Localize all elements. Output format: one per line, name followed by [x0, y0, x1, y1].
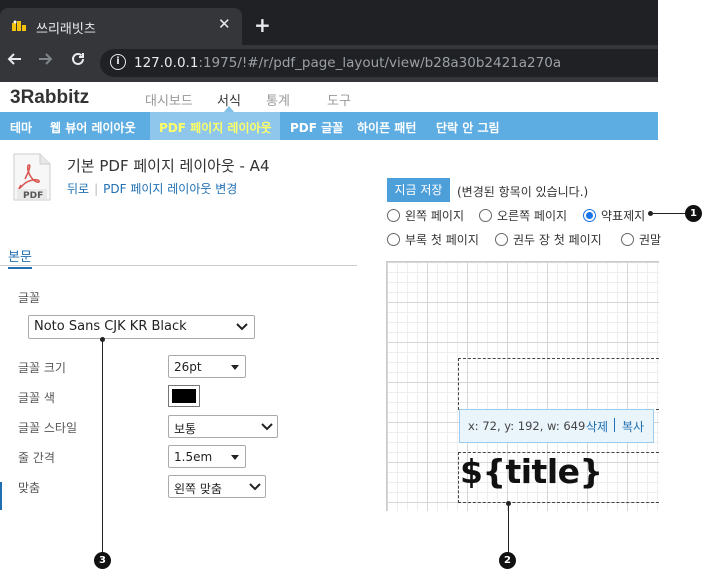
line-spacing-value: 1.5em [174, 450, 213, 464]
font-style-label: 글꼴 스타일 [18, 421, 78, 435]
unsaved-changes-notice: (변경된 항목이 있습니다.) [457, 185, 589, 199]
font-style-select[interactable]: 보통 [168, 415, 278, 438]
chevron-down-icon [249, 479, 261, 496]
callout-3-anchor [100, 337, 105, 342]
radio-circle [495, 233, 508, 246]
title-links: 뒤로 | PDF 페이지 레이아웃 변경 [67, 180, 237, 197]
close-tab-icon[interactable]: ✕ [218, 15, 231, 33]
radio-front-chapter-first-page[interactable]: 권두 장 첫 페이지 [495, 231, 602, 248]
radio-circle [479, 209, 492, 222]
radio-circle [621, 233, 634, 246]
font-label: 글꼴 [18, 291, 41, 305]
callout-1-badge: 1 [685, 205, 702, 222]
radio-circle [387, 233, 400, 246]
line-spacing-label: 줄 간격 [18, 451, 55, 465]
reload-icon[interactable] [70, 51, 86, 72]
info-icon[interactable]: i [110, 54, 126, 70]
forward-arrow-icon[interactable] [38, 51, 54, 72]
callout-1-anchor [648, 211, 653, 216]
alignment-value: 왼쪽 맞춤 [174, 482, 222, 496]
menu-pdf-font[interactable]: PDF 글꼴 [290, 119, 343, 136]
radio-back-matter[interactable]: 권말 [621, 231, 661, 248]
topnav-dashboard[interactable]: 대시보드 [145, 90, 193, 109]
font-select-value: Noto Sans CJK KR Black [34, 319, 187, 334]
back-link[interactable]: 뒤로 [67, 182, 89, 196]
dropdown-arrow-icon [231, 365, 239, 370]
scroll-indicator [0, 482, 2, 510]
link-divider: | [94, 182, 99, 196]
change-layout-link[interactable]: PDF 페이지 레이아웃 변경 [103, 182, 237, 196]
chevron-down-icon [236, 319, 248, 337]
menu-paragraph-image[interactable]: 단락 안 그림 [436, 119, 500, 136]
menu-web-viewer-layout[interactable]: 웹 뷰어 레이아웃 [50, 119, 136, 136]
radio-circle [387, 209, 400, 222]
callout-1-line [650, 213, 685, 214]
font-color-label: 글꼴 색 [18, 391, 55, 405]
page-title: 기본 PDF 페이지 레이아웃 - A4 [67, 157, 270, 175]
callout-3-badge: 3 [94, 552, 111, 569]
menu-theme[interactable]: 테마 [10, 119, 32, 136]
font-size-value: 26pt [174, 360, 202, 374]
topnav-stats[interactable]: 통계 [266, 90, 290, 109]
alignment-label: 맞춤 [18, 481, 41, 495]
callout-3-line [102, 339, 103, 553]
layout-block-outline[interactable] [458, 358, 659, 410]
callout-2-anchor [506, 501, 511, 506]
tab-title: 쓰리래빗츠 [36, 22, 96, 37]
title-variable-text[interactable]: ${title} [460, 452, 603, 491]
dropdown-arrow-icon [231, 455, 239, 460]
chevron-down-icon [261, 419, 273, 436]
font-size-select[interactable]: 26pt [168, 355, 246, 378]
delete-block-link[interactable]: 삭제 [586, 418, 608, 435]
font-style-value: 보통 [174, 422, 197, 436]
copy-block-link[interactable]: 복사 [622, 418, 644, 435]
pdf-icon-label: PDF [23, 191, 43, 201]
callout-2-badge: 2 [499, 552, 516, 569]
topnav-tools[interactable]: 도구 [327, 90, 351, 109]
radio-right-page[interactable]: 오른쪽 페이지 [479, 207, 567, 224]
font-color-swatch[interactable] [168, 385, 200, 407]
save-now-button[interactable]: 지금 저장 [387, 178, 450, 202]
menu-hyphen-pattern[interactable]: 하이픈 패턴 [357, 119, 416, 136]
line-spacing-select[interactable]: 1.5em [168, 445, 246, 468]
block-coordinates: x: 72, y: 192, w: 649 [468, 419, 586, 433]
back-arrow-icon[interactable] [6, 51, 22, 72]
radio-half-title[interactable]: 약표제지 [583, 207, 645, 224]
alignment-select[interactable]: 왼쪽 맞춤 [168, 475, 266, 498]
radio-left-page[interactable]: 왼쪽 페이지 [387, 207, 464, 224]
callout-2-line [508, 503, 509, 553]
radio-circle-selected [583, 209, 596, 222]
pdf-file-icon: PDF [13, 153, 51, 201]
new-tab-icon[interactable]: + [254, 13, 271, 37]
rabbit-favicon-icon [12, 19, 26, 36]
color-fill [172, 389, 196, 403]
link-divider [614, 418, 615, 432]
menu-pdf-page-layout[interactable]: PDF 페이지 레이아웃 [159, 119, 272, 136]
app-logo[interactable]: 3Rabbitz [10, 87, 89, 109]
radio-appendix-first-page[interactable]: 부록 첫 페이지 [387, 231, 479, 248]
url-text[interactable]: 127.0.0.1:1975/!#/r/pdf_page_layout/view… [134, 55, 561, 71]
font-select[interactable]: Noto Sans CJK KR Black [28, 315, 255, 339]
font-size-label: 글꼴 크기 [18, 361, 66, 375]
section-divider [0, 265, 357, 266]
